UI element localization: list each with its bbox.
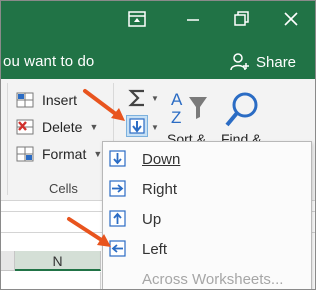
delete-cells-icon bbox=[16, 119, 34, 135]
menu-item-fill-left[interactable]: Left bbox=[103, 234, 311, 264]
format-cells-icon bbox=[16, 146, 34, 162]
tell-me-search[interactable]: ou want to do bbox=[3, 53, 94, 70]
format-button[interactable]: Format ▼ bbox=[15, 143, 102, 165]
fill-down-icon bbox=[109, 150, 126, 167]
cell-grid[interactable] bbox=[1, 272, 101, 289]
title-bar: ou want to do Share bbox=[1, 1, 315, 79]
fill-dropdown-menu: Down Right Up Left Across Worksheets... bbox=[102, 141, 312, 289]
format-label: Format bbox=[42, 146, 87, 162]
menu-item-label: Across Worksheets... bbox=[142, 270, 284, 288]
close-icon[interactable] bbox=[279, 9, 303, 29]
column-header-label: N bbox=[52, 253, 63, 269]
svg-text:A: A bbox=[171, 90, 183, 109]
fill-button[interactable] bbox=[126, 115, 148, 137]
annotation-arrow-icon bbox=[83, 89, 125, 121]
share-button[interactable]: Share bbox=[230, 51, 296, 73]
ribbon-display-options-icon[interactable] bbox=[125, 9, 149, 29]
magnifier-icon[interactable] bbox=[221, 89, 261, 131]
chevron-down-icon[interactable]: ▼ bbox=[151, 94, 159, 103]
autosum-icon[interactable] bbox=[127, 87, 149, 109]
chevron-down-icon[interactable]: ▼ bbox=[151, 123, 159, 132]
sort-filter-icon[interactable]: A Z bbox=[167, 87, 213, 131]
annotation-arrow-icon bbox=[67, 217, 111, 247]
minimize-icon[interactable] bbox=[181, 9, 205, 29]
chevron-down-icon: ▼ bbox=[93, 149, 103, 159]
insert-cells-icon bbox=[16, 92, 34, 108]
menu-item-fill-up[interactable]: Up bbox=[103, 204, 311, 234]
menu-item-label: Left bbox=[142, 240, 168, 258]
fill-down-icon bbox=[129, 118, 145, 134]
menu-item-label: Down bbox=[142, 150, 181, 168]
menu-item-across-worksheets[interactable]: Across Worksheets... bbox=[103, 264, 311, 289]
delete-label: Delete bbox=[42, 119, 83, 135]
insert-button[interactable]: Insert bbox=[15, 89, 77, 111]
column-header-n[interactable]: N bbox=[15, 251, 101, 271]
ribbon-separator-left bbox=[7, 83, 8, 195]
excel-window: ou want to do Share Insert Delete ▼ Form… bbox=[0, 0, 316, 290]
insert-label: Insert bbox=[42, 92, 78, 108]
fill-right-icon bbox=[109, 180, 126, 197]
menu-item-label: Up bbox=[142, 210, 162, 228]
menu-item-label: Right bbox=[142, 180, 178, 198]
person-add-icon bbox=[230, 53, 249, 71]
column-header[interactable] bbox=[1, 251, 15, 271]
svg-text:Z: Z bbox=[171, 108, 181, 127]
share-label: Share bbox=[256, 53, 297, 71]
cells-group-label: Cells bbox=[49, 181, 78, 196]
menu-item-fill-down[interactable]: Down bbox=[103, 144, 311, 174]
restore-icon[interactable] bbox=[229, 9, 253, 29]
menu-item-fill-right[interactable]: Right bbox=[103, 174, 311, 204]
